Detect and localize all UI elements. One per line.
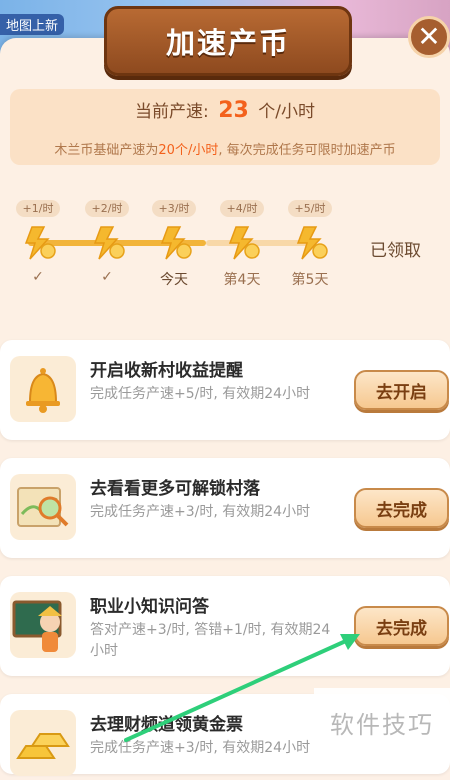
annotation-arrow [124,634,360,742]
watermark: 软件技巧 [314,688,450,756]
